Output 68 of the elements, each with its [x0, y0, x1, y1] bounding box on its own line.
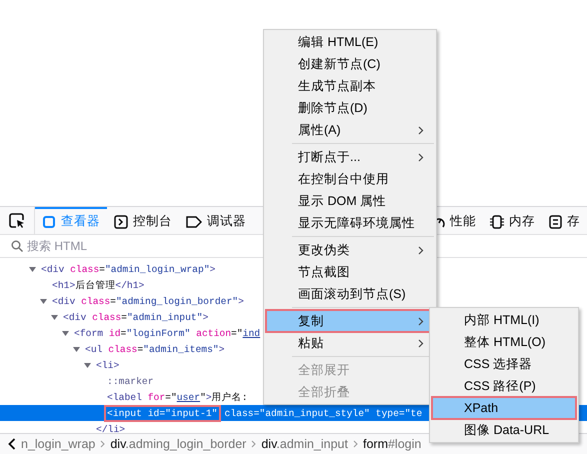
tab-label: 调试器: [207, 213, 246, 230]
debugger-icon: [186, 216, 202, 228]
breadcrumb[interactable]: div.adming_login_border: [110, 437, 246, 451]
search-field[interactable]: 搜索 HTML: [27, 239, 227, 253]
chevron-icon: [418, 152, 424, 162]
tab-label: 控制台: [133, 213, 172, 230]
menu-item[interactable]: 图像 Data-URL: [432, 419, 576, 441]
menu-item[interactable]: 编辑 HTML(E): [266, 31, 434, 53]
tab-label: 性能: [450, 213, 476, 230]
menu-item[interactable]: 在控制台中使用: [266, 168, 434, 190]
menu-item[interactable]: XPath: [432, 397, 576, 419]
tab-label: 内存: [509, 213, 535, 230]
menu-item[interactable]: 画面滚动到节点(S): [266, 283, 434, 305]
chevron-icon: [418, 338, 424, 348]
panel-tab[interactable]: 调试器: [179, 207, 253, 234]
menu-item[interactable]: 更改伪类: [266, 239, 434, 261]
caret-icon[interactable]: [28, 264, 37, 274]
menu-item[interactable]: 删除节点(D): [266, 97, 434, 119]
storage-icon: [549, 214, 562, 228]
code-line: <h1>后台管理</h1>: [51, 278, 146, 292]
panel-tab[interactable]: 控制台: [107, 207, 179, 234]
code-line: <input id="input-1": [106, 406, 218, 420]
menu-item[interactable]: CSS 选择器: [432, 353, 576, 375]
panel-tab[interactable]: 内存: [483, 207, 542, 234]
console-icon: [114, 214, 128, 228]
menu-item[interactable]: 粘贴: [266, 332, 434, 354]
code-line: <div class="admin_input">: [62, 310, 210, 324]
menu-item[interactable]: 打断点于...: [266, 146, 434, 168]
code-line: </li>: [95, 422, 126, 433]
breadcrumb[interactable]: div.admin_input: [261, 437, 348, 451]
caret-icon[interactable]: [39, 296, 48, 306]
menu-item[interactable]: CSS 路径(P): [432, 375, 576, 397]
panel-tab[interactable]: 存: [542, 207, 587, 234]
chevron-icon: [418, 316, 424, 326]
chevron-icon: [418, 246, 424, 254]
chevron-icon: [418, 126, 424, 134]
tab-label: 存: [567, 213, 580, 230]
menu-item[interactable]: 显示无障碍环境属性: [266, 212, 434, 234]
tab-label: 查看器: [61, 213, 100, 230]
caret-icon[interactable]: [83, 360, 92, 370]
code-line: <div class="adming_login_border">: [51, 294, 245, 308]
menu-item[interactable]: 生成节点副本: [266, 75, 434, 97]
menu-item[interactable]: 节点截图: [266, 261, 434, 283]
breadcrumb[interactable]: form#login: [362, 437, 422, 451]
code-line: <form id="loginForm" action="ind: [73, 326, 262, 340]
code-line: <ul class="admin_items">: [84, 342, 226, 356]
menu-item[interactable]: 创建新节点(C): [266, 53, 434, 75]
caret-icon[interactable]: [61, 328, 70, 338]
code-line: class="admin_input_style" type="te: [224, 406, 422, 420]
code-line: <label for="user">用户名:: [106, 390, 249, 404]
inspector-icon: [42, 214, 56, 228]
breadcrumb[interactable]: n_login_wrap: [21, 437, 96, 451]
chevron-icon: [251, 440, 256, 448]
code-line: <div class="admin_login_wrap">: [40, 262, 216, 276]
menu-item[interactable]: 内部 HTML(I): [432, 309, 576, 331]
caret-icon[interactable]: [72, 344, 81, 354]
back-icon[interactable]: [8, 438, 16, 450]
caret-icon[interactable]: [50, 312, 59, 322]
menu-item[interactable]: 显示 DOM 属性: [266, 190, 434, 212]
search-icon: [11, 240, 23, 252]
chevron-icon: [100, 440, 106, 448]
menu-item[interactable]: 整体 HTML(O): [432, 331, 576, 353]
chip-icon: [490, 214, 504, 228]
code-line: <li>: [95, 358, 120, 372]
code-line: ::marker: [106, 374, 155, 388]
element-picker-icon: [9, 212, 25, 228]
chevron-icon: [352, 440, 358, 448]
menu-item[interactable]: 属性(A): [266, 119, 434, 141]
